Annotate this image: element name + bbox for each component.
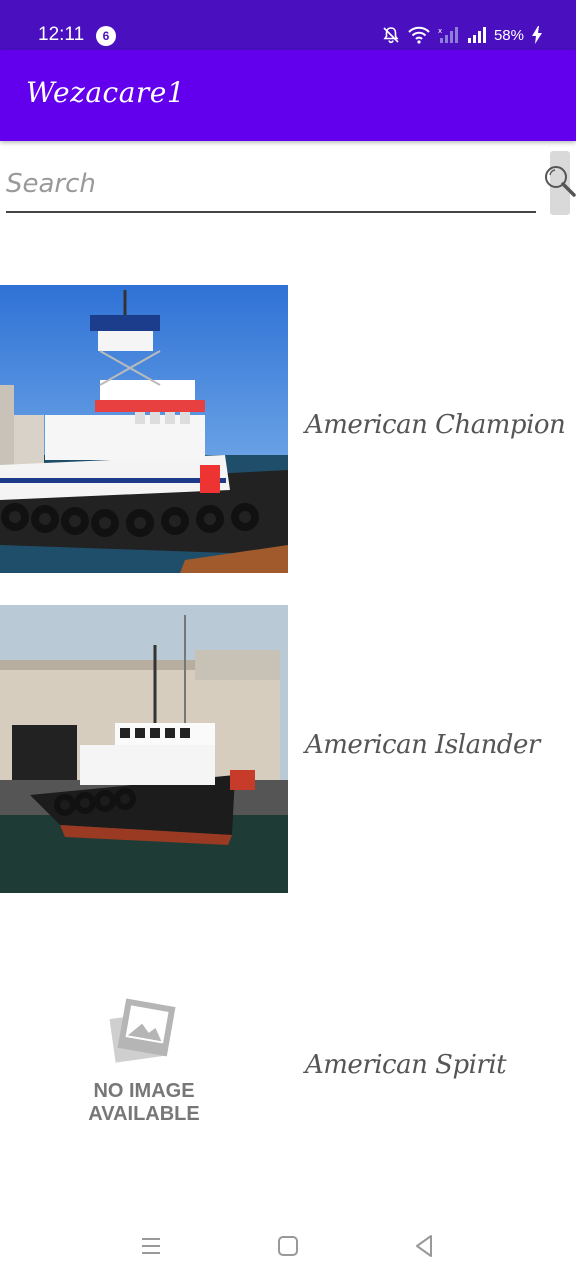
no-image-placeholder-icon [109, 998, 176, 1063]
ship-thumbnail [0, 605, 288, 893]
status-bar: 12:11 6 x 58% [0, 0, 576, 50]
back-icon[interactable] [410, 1232, 438, 1260]
tugboat-photo-image [0, 605, 288, 893]
charging-bolt-icon [532, 26, 542, 44]
no-image-line2: AVAILABLE [88, 1103, 200, 1125]
home-icon[interactable] [274, 1232, 302, 1260]
svg-text:x: x [438, 27, 442, 35]
no-image-line1: NO IMAGE [93, 1080, 195, 1102]
signal-sim1-icon: x [438, 27, 458, 43]
recent-apps-icon[interactable] [138, 1232, 166, 1260]
status-time: 12:11 [38, 24, 85, 45]
system-nav-bar [0, 1210, 576, 1280]
ship-thumbnail [0, 285, 288, 573]
mute-bell-icon [383, 27, 399, 44]
ship-name: American Islander [305, 730, 540, 760]
search-row [0, 141, 576, 221]
battery-percent: 58% [493, 26, 524, 44]
app-title: Wezacare1 [26, 76, 186, 109]
signal-sim2-icon [467, 27, 486, 43]
ship-name: American Spirit [305, 1050, 507, 1080]
search-icon [545, 166, 576, 197]
ship-list-item[interactable]: American Islander [0, 605, 576, 893]
notification-count-badge: 6 [96, 26, 116, 46]
search-input[interactable] [6, 157, 536, 213]
app-bar: Wezacare1 [0, 50, 576, 141]
ship-list-item[interactable]: American Champion [0, 285, 576, 573]
ship-name: American Champion [305, 410, 566, 440]
search-button[interactable] [545, 151, 576, 215]
status-icons: x 58% [382, 24, 542, 46]
wifi-icon [408, 26, 430, 44]
tugboat-photo-image [0, 285, 288, 573]
ship-list-item[interactable]: NO IMAGE AVAILABLE American Spirit [0, 925, 576, 1213]
ship-thumbnail: NO IMAGE AVAILABLE [0, 925, 288, 1213]
